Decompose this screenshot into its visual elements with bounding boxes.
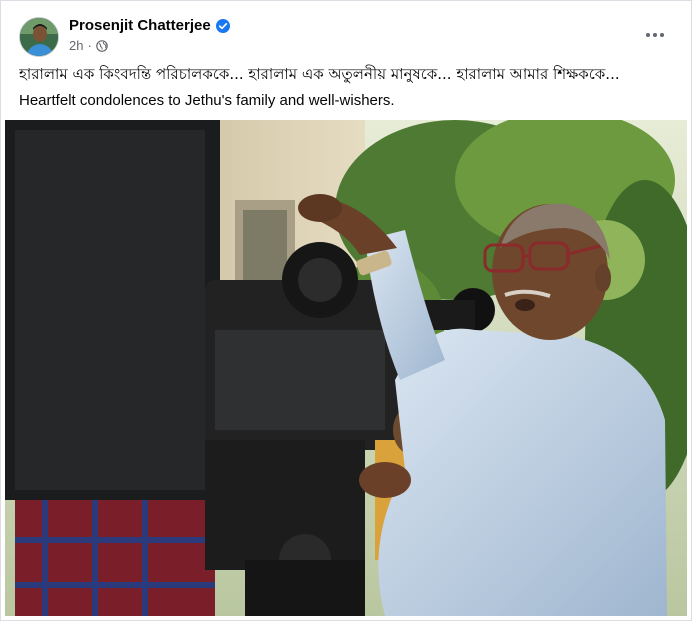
meta-separator: · <box>87 38 92 53</box>
post-header: Prosenjit Chatterjee 2h · <box>19 15 673 61</box>
globe-icon[interactable] <box>96 39 108 52</box>
post-text-english: Heartfelt condolences to Jethu's family … <box>19 92 395 109</box>
post-photo[interactable] <box>5 120 687 616</box>
photo-of-director-with-movie-camera <box>5 120 687 616</box>
author-avatar[interactable] <box>19 17 59 57</box>
author-name-row: Prosenjit Chatterjee <box>69 17 230 34</box>
avatar-image <box>20 18 58 56</box>
post-text-bengali: হারালাম এক কিংবদন্তি পরিচালককে... হারালা… <box>19 65 620 83</box>
facebook-post: Prosenjit Chatterjee 2h · হারালাম এক কিং… <box>0 0 692 621</box>
more-options-icon[interactable] <box>641 25 669 45</box>
verified-badge-icon <box>215 18 230 33</box>
post-timestamp[interactable]: 2h <box>69 38 83 53</box>
author-name[interactable]: Prosenjit Chatterjee <box>69 17 211 34</box>
post-meta: 2h · <box>69 38 108 53</box>
